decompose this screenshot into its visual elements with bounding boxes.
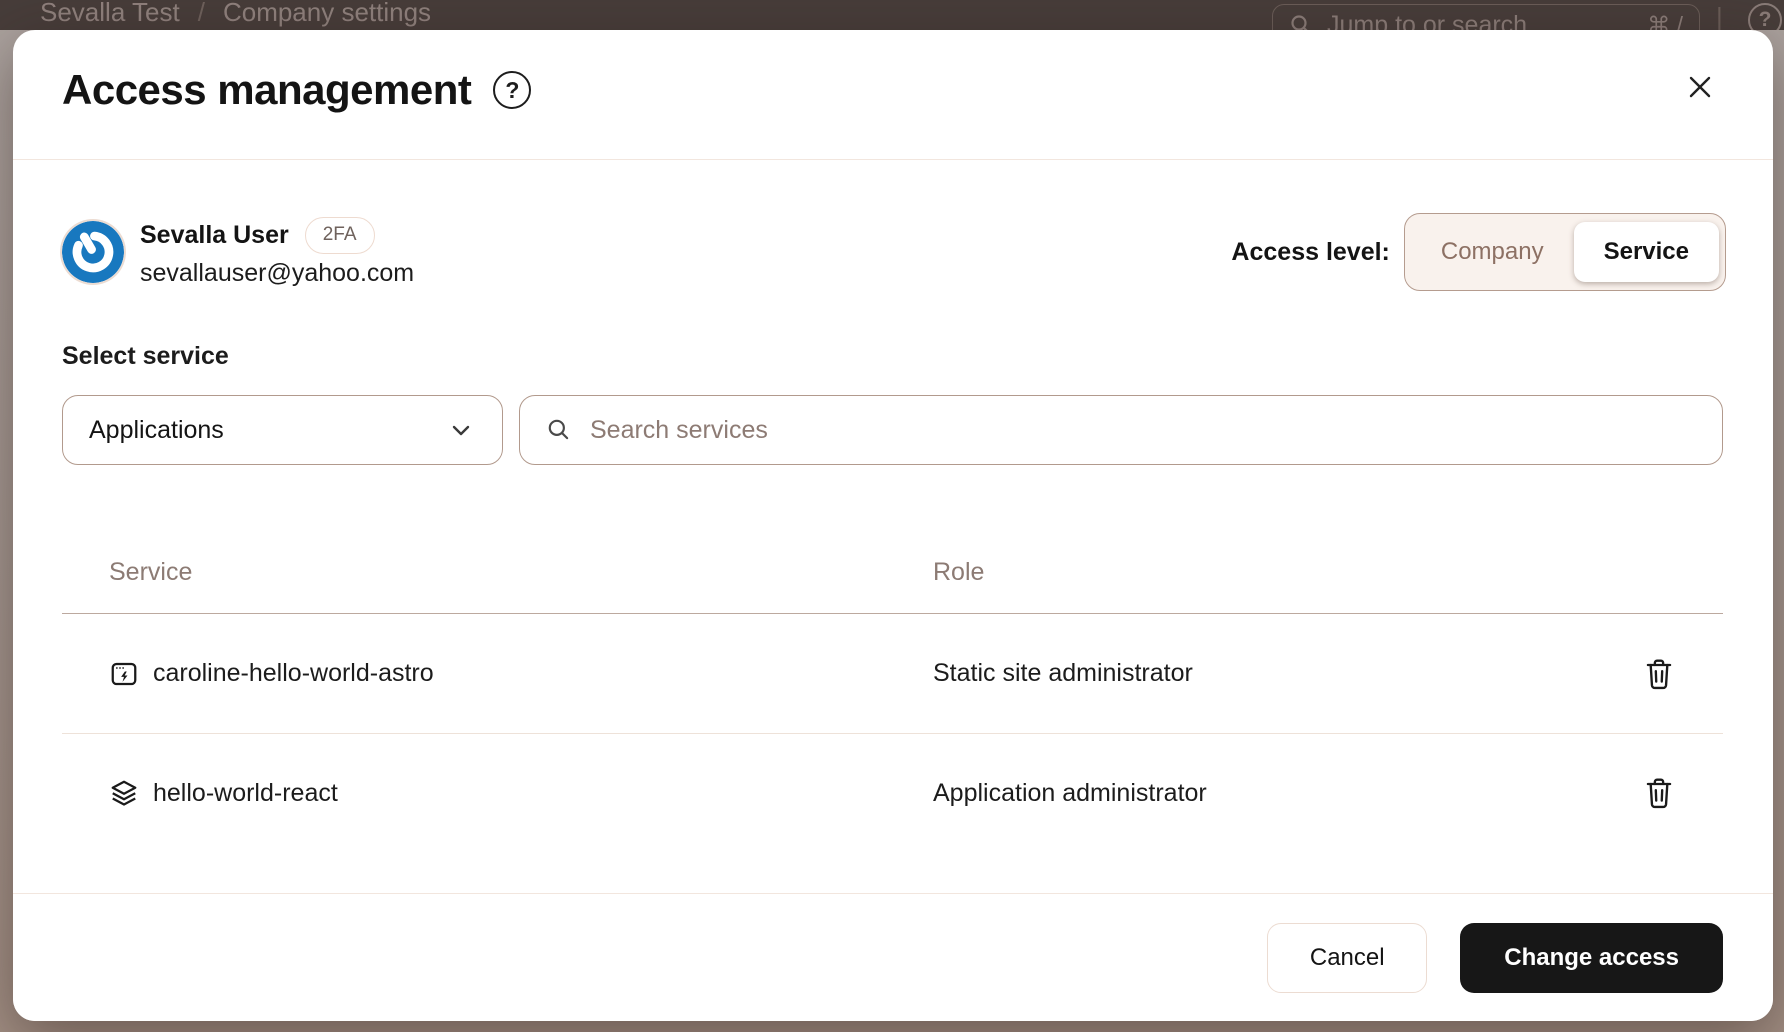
service-cell: hello-world-react [62, 778, 933, 808]
service-type-dropdown[interactable]: Applications [62, 395, 503, 465]
global-search[interactable]: Jump to or search ⌘ / [1272, 4, 1700, 30]
static-site-icon [109, 659, 139, 689]
table-row: caroline-hello-world-astro Static site a… [62, 614, 1723, 733]
service-cell: caroline-hello-world-astro [62, 659, 933, 689]
close-button[interactable] [1683, 70, 1717, 104]
help-icon[interactable]: ? [493, 71, 531, 109]
delete-access-button[interactable] [1639, 771, 1679, 815]
background-topbar: Sevalla Test / Company settings Jump to … [0, 0, 1784, 30]
column-header-service: Service [62, 558, 933, 587]
service-table: Service Role caroline-hello-worl [62, 532, 1723, 852]
role-value: Application administrator [933, 779, 1639, 808]
user-email: sevallauser@yahoo.com [140, 259, 414, 288]
topbar-divider: | [1716, 2, 1723, 30]
keyboard-shortcut: ⌘ / [1647, 12, 1683, 31]
service-table-body: caroline-hello-world-astro Static site a… [62, 614, 1723, 852]
select-service-label: Select service [62, 342, 229, 371]
trash-icon [1642, 656, 1676, 692]
cancel-button[interactable]: Cancel [1267, 923, 1427, 993]
access-level-toggle: Company Service [1404, 213, 1726, 291]
search-services-input[interactable] [590, 416, 1696, 445]
breadcrumb: Sevalla Test / Company settings [40, 0, 431, 28]
breadcrumb-project[interactable]: Sevalla Test [40, 0, 180, 28]
chevron-down-icon [446, 415, 476, 445]
status-badge-2fa: 2FA [305, 217, 375, 254]
service-name: hello-world-react [153, 779, 338, 808]
change-access-button[interactable]: Change access [1460, 923, 1723, 993]
toggle-option-company[interactable]: Company [1411, 222, 1574, 282]
access-management-dialog: Access management ? Sevalla User 2FA sev… [13, 30, 1773, 1021]
user-name: Sevalla User [140, 221, 289, 250]
topbar-help-icon[interactable]: ? [1748, 3, 1782, 30]
dialog-footer: Cancel Change access [13, 893, 1773, 1021]
close-icon [1685, 72, 1715, 102]
role-value: Static site administrator [933, 659, 1639, 688]
column-header-role: Role [933, 558, 1723, 587]
user-summary: Sevalla User 2FA sevallauser@yahoo.com A… [62, 210, 1726, 294]
dropdown-selected-value: Applications [89, 416, 224, 445]
delete-access-button[interactable] [1639, 652, 1679, 696]
trash-icon [1642, 775, 1676, 811]
service-filters: Applications [62, 395, 1723, 465]
table-header-row: Service Role [62, 532, 1723, 614]
breadcrumb-separator: / [198, 0, 205, 28]
search-icon [546, 417, 572, 443]
table-row: hello-world-react Application administra… [62, 733, 1723, 852]
search-services-box [519, 395, 1723, 465]
application-icon [109, 778, 139, 808]
search-icon [1289, 13, 1313, 30]
breadcrumb-page[interactable]: Company settings [223, 0, 431, 28]
toggle-option-service[interactable]: Service [1574, 222, 1719, 282]
service-icon-slot [109, 778, 139, 808]
page-title: Access management [62, 66, 471, 114]
access-level-label: Access level: [1231, 238, 1389, 267]
global-search-placeholder: Jump to or search [1327, 11, 1527, 31]
service-name: caroline-hello-world-astro [153, 659, 434, 688]
service-icon-slot [109, 659, 139, 689]
avatar [62, 221, 124, 283]
dialog-header: Access management ? [13, 30, 1773, 160]
